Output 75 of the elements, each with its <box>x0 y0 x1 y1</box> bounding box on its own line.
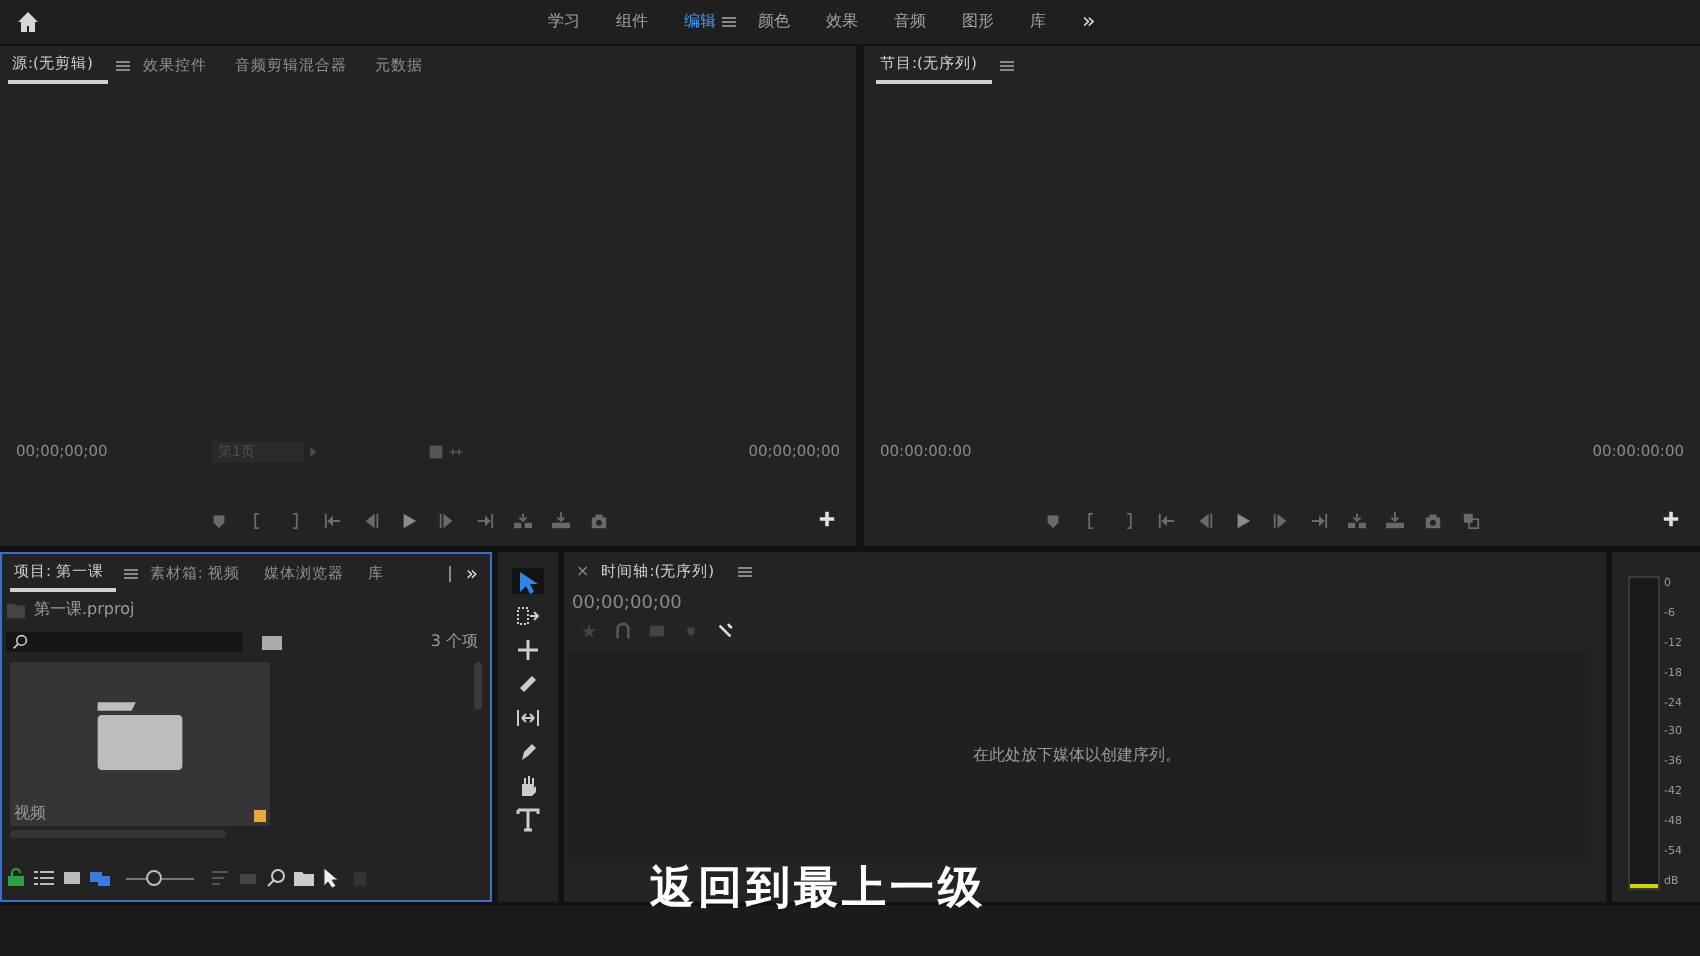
slip-tool-icon[interactable] <box>516 705 540 729</box>
caret-icon <box>308 446 320 458</box>
slider-thumb[interactable] <box>146 870 163 886</box>
list-view-icon[interactable] <box>34 868 54 888</box>
empty-timeline-hint: 在此处放下媒体以创建序列。 <box>973 744 1181 769</box>
wrench-icon[interactable] <box>716 622 734 640</box>
bin-thumbnail[interactable]: 视频 <box>10 662 270 826</box>
razor-icon[interactable] <box>516 671 540 695</box>
project-file-name: 第一课.prproj <box>34 598 135 622</box>
bin-name: 视频 <box>14 802 46 826</box>
freeform-view-icon[interactable] <box>90 868 110 888</box>
marker-icon[interactable] <box>209 511 227 529</box>
panel-menu-icon[interactable] <box>123 568 138 580</box>
workspace-tab[interactable]: 图形 <box>944 10 1012 34</box>
workspace-tab[interactable]: 学习 <box>530 10 598 34</box>
step-forward-icon[interactable] <box>437 511 455 529</box>
hand-icon[interactable] <box>516 773 540 797</box>
snap-icon[interactable] <box>580 622 598 640</box>
workspace-tab[interactable]: 颜色 <box>740 10 808 34</box>
insert-icon[interactable] <box>1348 511 1366 529</box>
skip-start-icon[interactable] <box>323 511 341 529</box>
workspace-tab[interactable]: 效果 <box>808 10 876 34</box>
home-icon[interactable] <box>16 10 40 34</box>
icon-view-icon[interactable] <box>62 868 82 888</box>
insert-icon[interactable] <box>513 511 531 529</box>
cursor-icon[interactable] <box>322 868 342 888</box>
new-bin-icon[interactable] <box>294 868 314 888</box>
add-button-icon[interactable] <box>1662 510 1680 528</box>
panel-menu-icon[interactable] <box>738 566 753 578</box>
folder-icon <box>6 601 26 619</box>
lock-icon[interactable] <box>6 868 26 888</box>
safe-margins-icon[interactable] <box>428 444 444 460</box>
step-back-icon[interactable] <box>1196 511 1214 529</box>
workspace-tab[interactable]: 库 <box>1012 10 1064 34</box>
close-button[interactable]: × <box>576 560 590 584</box>
separator-icon <box>445 566 454 582</box>
step-forward-icon[interactable] <box>1272 511 1290 529</box>
skip-end-icon[interactable] <box>1310 511 1328 529</box>
panel-menu-icon[interactable] <box>116 60 131 72</box>
overwrite-icon[interactable] <box>1386 511 1404 529</box>
zoom-slider[interactable] <box>126 870 194 886</box>
panel-menu-icon[interactable] <box>1000 60 1015 72</box>
subtitle-caption: 返回到最上一级 <box>650 862 986 918</box>
search-icon <box>12 634 28 650</box>
overflow-button[interactable]: » <box>461 559 482 589</box>
search-field[interactable] <box>6 632 242 652</box>
camera-icon[interactable] <box>1424 511 1442 529</box>
step-back-icon[interactable] <box>361 511 379 529</box>
item-count: 3 个项 <box>430 630 478 654</box>
sort-icon[interactable] <box>210 868 230 888</box>
play-icon[interactable] <box>1234 511 1252 529</box>
overflow-button[interactable]: » <box>1064 5 1114 39</box>
camera-icon[interactable] <box>589 511 607 529</box>
overwrite-icon[interactable] <box>551 511 569 529</box>
skip-end-icon[interactable] <box>475 511 493 529</box>
magnet-icon[interactable] <box>614 622 632 640</box>
marker-icon[interactable] <box>682 622 700 640</box>
workspace-tab[interactable]: 音频 <box>876 10 944 34</box>
pen-icon[interactable] <box>516 739 540 763</box>
workspace-tab[interactable]: 编辑 <box>666 10 734 34</box>
panel-menu-icon[interactable] <box>722 16 736 28</box>
skip-start-icon[interactable] <box>1158 511 1176 529</box>
type-tool-icon[interactable] <box>516 807 540 831</box>
selection-tool-icon[interactable] <box>516 569 540 593</box>
timecode: 00;00;00;00 <box>570 592 684 618</box>
compare-view-icon[interactable] <box>1462 511 1480 529</box>
workspace-tab[interactable]: 组件 <box>598 10 666 34</box>
find-icon[interactable] <box>266 868 286 888</box>
fit-icon[interactable] <box>448 444 464 460</box>
play-icon[interactable] <box>399 511 417 529</box>
marker-icon[interactable] <box>1044 511 1062 529</box>
new-bin-icon[interactable] <box>262 634 282 650</box>
linked-icon[interactable] <box>648 622 666 640</box>
add-button-icon[interactable] <box>818 510 836 528</box>
track-select-icon[interactable] <box>516 603 540 627</box>
